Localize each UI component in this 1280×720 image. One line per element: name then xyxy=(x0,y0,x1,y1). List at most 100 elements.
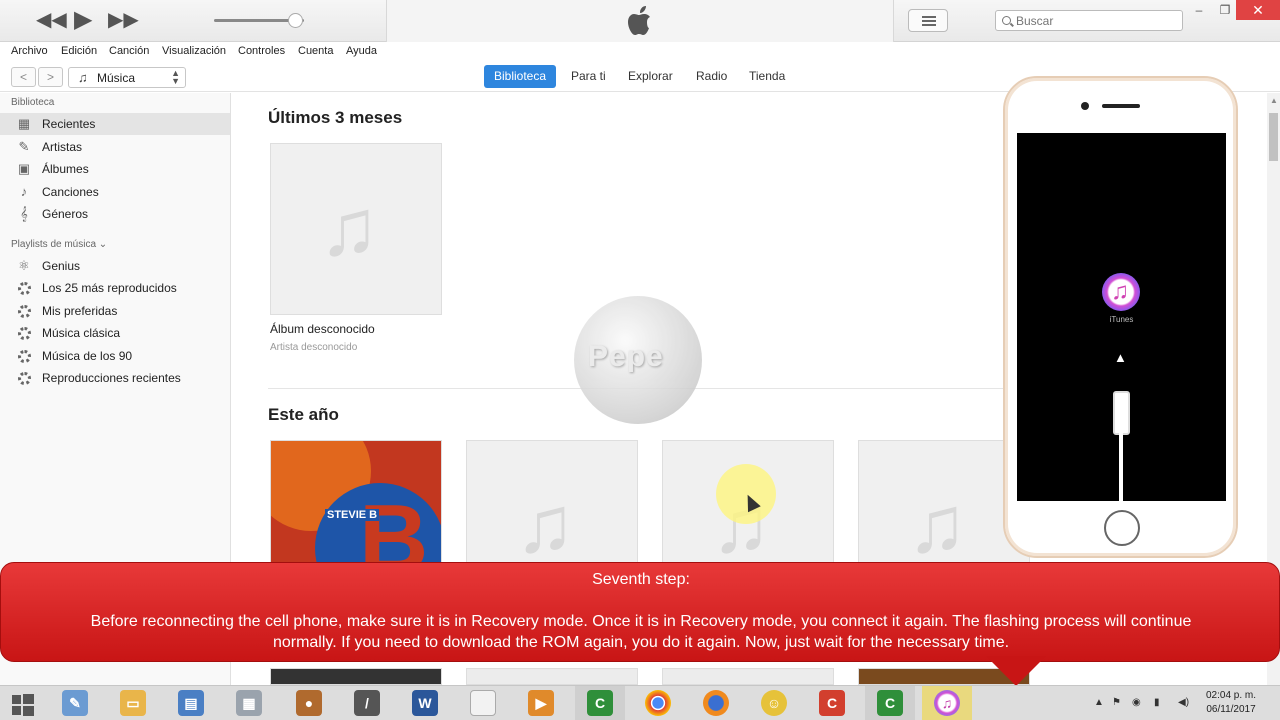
blank-document-icon[interactable] xyxy=(470,690,496,716)
music-note-icon: ♫ xyxy=(907,480,967,569)
volume-knob[interactable] xyxy=(288,13,303,28)
library-heading: Biblioteca xyxy=(11,97,55,108)
taskbar: ✎ ▭ ▤ ▦ ● / W ▶ C ☺ C C ♫ ▲ ⚑ ◉ ▮ ◀) 02:… xyxy=(0,685,1280,720)
cable-line xyxy=(1119,433,1123,501)
menu-edicion[interactable]: Edición xyxy=(61,45,97,57)
status-display xyxy=(386,0,894,42)
calculator-icon[interactable]: ▦ xyxy=(236,690,262,716)
lightning-cable-icon xyxy=(1113,391,1130,435)
sidebar-item-generos[interactable]: 𝄞 Géneros xyxy=(0,203,230,225)
media-type-select[interactable]: ♫ Música ▲ ▼ xyxy=(68,67,186,88)
caption-step: Seventh step: xyxy=(592,571,690,588)
itunes-label: iTunes xyxy=(1109,315,1134,324)
album-cover-artist: STEVIE B xyxy=(325,509,380,521)
sidebar-item-label: Artistas xyxy=(42,140,83,154)
updown-chevron-icon: ▲ ▼ xyxy=(171,68,180,86)
tool-app-icon[interactable]: / xyxy=(354,690,380,716)
album-artwork-unknown[interactable]: ♫ xyxy=(270,143,442,315)
sidebar-item-canciones[interactable]: ♪ Canciones xyxy=(0,181,230,203)
media-player-icon[interactable]: ▶ xyxy=(528,690,554,716)
search-icon xyxy=(1002,16,1011,25)
control-panel-icon[interactable]: ▤ xyxy=(178,690,204,716)
menu-controles[interactable]: Controles xyxy=(238,45,285,57)
menu-ayuda[interactable]: Ayuda xyxy=(346,45,377,57)
antivirus-icon[interactable]: ◉ xyxy=(1132,697,1141,708)
minimize-button[interactable]: – xyxy=(1186,2,1212,20)
firefox-icon[interactable] xyxy=(703,690,729,716)
file-explorer-icon[interactable]: ▭ xyxy=(120,690,146,716)
cursor-highlight xyxy=(716,464,776,524)
earpiece-speaker xyxy=(1102,104,1140,108)
sidebar-item-label: Música clásica xyxy=(42,326,121,340)
list-view-button[interactable] xyxy=(908,9,948,32)
network-icon[interactable]: ▮ xyxy=(1154,697,1160,708)
clock-date: 06/11/2017 xyxy=(1206,704,1256,715)
sidebar-item-label: Los 25 más reproducidos xyxy=(42,281,177,295)
ccleaner-icon[interactable]: C xyxy=(819,690,845,716)
play-button[interactable]: ▶ xyxy=(74,8,92,32)
clock-time: 02:04 p. m. xyxy=(1205,690,1257,701)
tab-explorar[interactable]: Explorar xyxy=(618,65,683,88)
playlists-heading[interactable]: Playlists de música ⌄ xyxy=(11,239,107,250)
sidebar-item-label: Música de los 90 xyxy=(42,349,133,363)
rewind-button[interactable]: ◀◀ xyxy=(36,8,67,32)
gear-icon xyxy=(16,304,32,318)
music-note-icon: ♫ xyxy=(515,480,575,569)
section-title-year: Este año xyxy=(268,405,339,424)
flag-icon[interactable]: ⚑ xyxy=(1112,697,1121,708)
chrome-icon[interactable] xyxy=(645,690,671,716)
scrollbar-thumb[interactable] xyxy=(1269,113,1278,161)
sidebar-item-clasica[interactable]: Música clásica xyxy=(0,322,230,344)
sidebar-item-recientes[interactable]: ▦ Recientes xyxy=(0,113,230,135)
camtasia-recorder-icon[interactable]: C xyxy=(877,690,903,716)
scroll-up-icon[interactable]: ▲ xyxy=(1270,96,1278,105)
menu-cuenta[interactable]: Cuenta xyxy=(298,45,333,57)
word-icon[interactable]: W xyxy=(412,690,438,716)
forward-nav-button[interactable]: > xyxy=(38,67,63,87)
menu-visualizacion[interactable]: Visualización xyxy=(162,45,226,57)
search-box[interactable] xyxy=(995,10,1183,31)
close-button[interactable]: ✕ xyxy=(1236,0,1280,20)
caption-body: Before reconnecting the cell phone, make… xyxy=(90,613,1192,651)
sidebar-item-albumes[interactable]: ▣ Álbumes xyxy=(0,158,230,180)
sidebar-item-recientes-reproducciones[interactable]: Reproducciones recientes xyxy=(0,367,230,389)
sidebar-item-label: Canciones xyxy=(42,185,99,199)
album-artwork-peek xyxy=(270,668,442,685)
sidebar-item-artistas[interactable]: ✎ Artistas xyxy=(0,136,230,158)
baseball-glove-icon[interactable]: ● xyxy=(296,690,322,716)
sidebar-item-genius[interactable]: ⚛ Genius xyxy=(0,255,230,277)
album-title[interactable]: Álbum desconocido xyxy=(270,322,375,336)
genres-icon: 𝄞 xyxy=(20,206,28,221)
system-clock[interactable]: 02:04 p. m. 06/11/2017 xyxy=(1200,689,1262,717)
album-artwork-peek xyxy=(662,668,834,685)
itunes-taskbar-icon[interactable]: ♫ xyxy=(934,690,960,716)
volume-icon[interactable]: ◀) xyxy=(1178,697,1189,708)
forward-button[interactable]: ▶▶ xyxy=(108,8,139,32)
tab-biblioteca[interactable]: Biblioteca xyxy=(484,65,557,88)
sidebar-item-preferidas[interactable]: Mis preferidas xyxy=(0,300,230,322)
album-icon: ▣ xyxy=(17,161,31,176)
restore-button[interactable]: ❐ xyxy=(1212,2,1238,20)
sidebar-item-top25[interactable]: Los 25 más reproducidos xyxy=(0,277,230,299)
sidebar-item-label: Genius xyxy=(42,259,81,273)
tray-expand-icon[interactable]: ▲ xyxy=(1094,697,1104,708)
gear-icon xyxy=(16,349,32,363)
gear-icon xyxy=(16,371,32,385)
tab-radio[interactable]: Radio xyxy=(686,65,737,88)
search-input[interactable] xyxy=(1016,13,1176,29)
menu-cancion[interactable]: Canción xyxy=(109,45,149,57)
menu-archivo[interactable]: Archivo xyxy=(11,45,48,57)
music-note-icon: ♫ xyxy=(319,183,379,272)
atom-icon: ⚛ xyxy=(18,258,30,273)
paint-app-icon[interactable]: ✎ xyxy=(62,690,88,716)
iphone-illustration: ♫ iTunes ▲ xyxy=(1003,76,1238,558)
sidebar-item-90s[interactable]: Música de los 90 xyxy=(0,345,230,367)
emoji-app-icon[interactable]: ☺ xyxy=(761,690,787,716)
album-artist[interactable]: Artista desconocido xyxy=(270,342,357,353)
back-button[interactable]: < xyxy=(11,67,36,87)
windows-start-icon[interactable] xyxy=(12,694,34,716)
tab-para-ti[interactable]: Para ti xyxy=(561,65,616,88)
camtasia-icon[interactable]: C xyxy=(587,690,613,716)
tab-tienda[interactable]: Tienda xyxy=(739,65,795,88)
sidebar-item-label: Recientes xyxy=(42,117,96,131)
